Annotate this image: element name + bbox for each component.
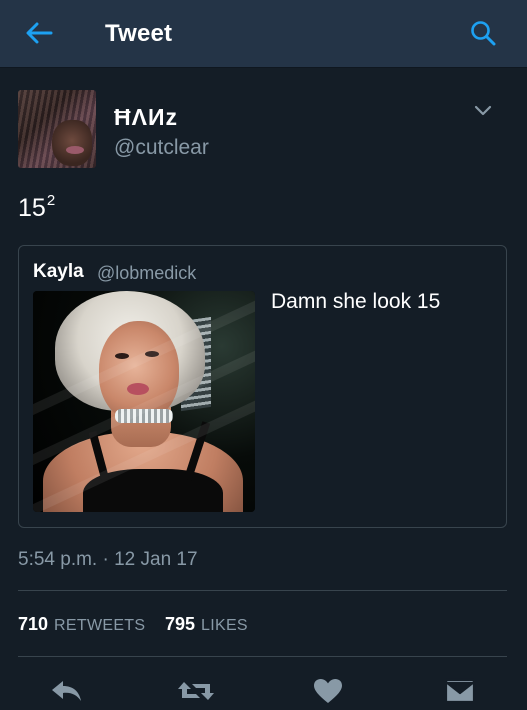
- divider: [18, 590, 507, 591]
- quoted-tweet-photo[interactable]: [33, 291, 255, 512]
- tweet-detail-screen: Tweet ĦΛИz @cutclear 152 Kayla @lobmedic…: [0, 0, 527, 710]
- reply-button[interactable]: [46, 674, 86, 708]
- quoted-author-name: Kayla: [33, 261, 84, 282]
- retweets-stat[interactable]: 710 RETWEETS: [18, 614, 145, 635]
- direct-message-icon: [444, 678, 476, 704]
- direct-message-button[interactable]: [440, 674, 480, 708]
- likes-stat[interactable]: 795 LIKES: [165, 614, 248, 635]
- arrow-left-icon: [26, 22, 53, 44]
- search-icon: [471, 21, 496, 46]
- back-button[interactable]: [22, 18, 56, 48]
- quoted-author-handle: @lobmedick: [97, 263, 197, 283]
- retweets-count: 710: [18, 614, 49, 634]
- tweet-options-button[interactable]: [470, 100, 496, 122]
- retweet-icon: [178, 682, 214, 700]
- chevron-down-icon: [474, 105, 492, 116]
- quoted-tweet[interactable]: Kayla @lobmedick Damn she look 15: [18, 245, 507, 528]
- likes-count: 795: [165, 614, 196, 634]
- author-name[interactable]: ĦΛИz: [114, 104, 178, 131]
- quoted-tweet-text: Damn she look 15: [271, 290, 441, 313]
- search-button[interactable]: [466, 16, 500, 50]
- tweet-stats: 710 RETWEETS 795 LIKES: [18, 614, 248, 635]
- top-bar: Tweet: [0, 0, 527, 68]
- page-title: Tweet: [105, 20, 173, 47]
- likes-label: LIKES: [201, 617, 248, 634]
- retweet-button[interactable]: [176, 674, 216, 708]
- reply-icon: [52, 681, 81, 701]
- heart-icon: [314, 679, 342, 703]
- author-handle[interactable]: @cutclear: [114, 136, 209, 160]
- like-button[interactable]: [308, 674, 348, 708]
- divider: [18, 656, 507, 657]
- tweet-text: 152: [18, 192, 55, 223]
- tweet-text-base: 15: [18, 194, 46, 222]
- tweet-timestamp: 5:54 p.m. · 12 Jan 17: [18, 549, 198, 570]
- retweets-label: RETWEETS: [54, 617, 146, 634]
- tweet-text-superscript: 2: [46, 192, 56, 209]
- avatar[interactable]: [18, 90, 96, 168]
